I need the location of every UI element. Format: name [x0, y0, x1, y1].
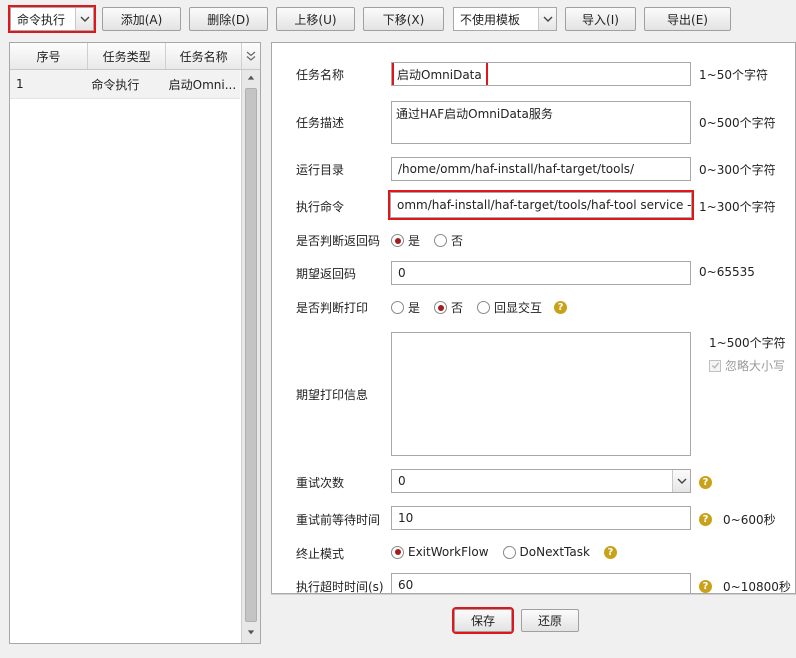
restore-button[interactable]: 还原 [521, 609, 579, 632]
column-header-type[interactable]: 任务类型 [88, 43, 167, 69]
expected-return-label: 期望返回码 [296, 267, 357, 281]
row-type: 命令执行 [91, 77, 140, 92]
task-type-select[interactable]: 命令执行 [8, 5, 96, 33]
retry-count-select[interactable]: 0 [391, 469, 691, 493]
stop-mode-exit-radio[interactable] [391, 545, 404, 559]
table-scrollbar[interactable] [241, 70, 260, 643]
row-no: 1 [16, 77, 24, 91]
scroll-up-icon[interactable] [245, 72, 257, 84]
ignore-case-checkbox[interactable] [709, 359, 721, 372]
row-name: 启动Omni... [168, 77, 237, 92]
table-row[interactable]: 1 命令执行 启动Omni... [10, 70, 240, 99]
retry-wait-input[interactable]: 10 [391, 506, 691, 530]
task-desc-hint: 0~500个字符 [699, 116, 776, 130]
exec-cmd-label: 执行命令 [296, 200, 345, 214]
check-print-no-label: 否 [451, 301, 464, 315]
check-return-radio-group: 是 否 [391, 232, 463, 249]
stop-mode-label: 终止模式 [296, 547, 345, 561]
ignore-case-label: 忽略大小写 [725, 359, 786, 373]
column-header-no[interactable]: 序号 [10, 43, 89, 69]
timeout-input[interactable]: 60 [391, 573, 691, 594]
help-icon[interactable]: ? [603, 545, 617, 559]
move-down-button[interactable]: 下移(X) [363, 7, 444, 31]
export-button[interactable]: 导出(E) [644, 7, 731, 31]
save-button[interactable]: 保存 [452, 607, 514, 634]
run-dir-label: 运行目录 [296, 163, 345, 177]
task-name-input[interactable]: 启动OmniData [391, 62, 691, 86]
retry-count-value: 0 [398, 474, 406, 488]
check-return-label: 是否判断返回码 [296, 234, 381, 248]
timeout-label: 执行超时时间(s) [296, 580, 384, 594]
check-return-no-label: 否 [451, 234, 464, 248]
check-print-no-radio[interactable] [434, 301, 448, 314]
run-dir-input[interactable]: /home/omm/haf-install/haf-target/tools/ [391, 157, 691, 181]
retry-wait-label: 重试前等待时间 [296, 513, 381, 527]
check-return-yes-label: 是 [408, 234, 421, 248]
help-icon[interactable]: ? [699, 474, 712, 489]
check-print-interactive-label: 回显交互 [494, 301, 543, 315]
check-print-yes-label: 是 [408, 301, 421, 315]
check-return-no-radio[interactable] [434, 234, 448, 247]
expected-print-textarea[interactable] [391, 332, 691, 456]
retry-count-label: 重试次数 [296, 476, 345, 490]
exec-cmd-hint: 1~300个字符 [699, 200, 776, 214]
expected-print-hint: 1~500个字符 [709, 336, 786, 350]
stop-mode-exit-label: ExitWorkFlow [408, 545, 489, 559]
stop-mode-radio-group: ExitWorkFlow DoNextTask ? [391, 545, 617, 559]
task-name-value: 启动OmniData [392, 63, 488, 85]
check-print-yes-radio[interactable] [391, 301, 404, 314]
chevron-down-icon[interactable] [75, 8, 93, 30]
add-button[interactable]: 添加(A) [102, 7, 181, 31]
timeout-hint: 0~10800秒 [723, 580, 791, 594]
column-header-name[interactable]: 任务名称 [166, 43, 243, 69]
stop-mode-next-label: DoNextTask [519, 545, 590, 559]
scrollbar-thumb[interactable] [245, 88, 257, 622]
scroll-down-icon[interactable] [245, 626, 257, 638]
expected-return-hint: 0~65535 [699, 265, 755, 279]
template-select[interactable]: 不使用模板 [453, 7, 557, 31]
import-button[interactable]: 导入(I) [565, 7, 636, 31]
task-type-select-value: 命令执行 [17, 12, 66, 27]
task-name-label: 任务名称 [296, 68, 345, 82]
move-up-button[interactable]: 上移(U) [276, 7, 355, 31]
ignore-case-option[interactable]: 忽略大小写 [709, 357, 785, 374]
template-select-value: 不使用模板 [460, 12, 521, 27]
task-name-hint: 1~50个字符 [699, 68, 768, 82]
check-print-interactive-radio[interactable] [477, 301, 491, 314]
task-desc-label: 任务描述 [296, 116, 345, 130]
exec-cmd-input[interactable]: omm/haf-install/haf-target/tools/haf-too… [388, 190, 694, 220]
chevron-down-icon[interactable] [672, 470, 690, 492]
check-print-radio-group: 是 否 回显交互 ? [391, 299, 568, 316]
delete-button[interactable]: 删除(D) [189, 7, 268, 31]
chevron-down-icon[interactable] [538, 8, 556, 30]
check-return-yes-radio[interactable] [391, 234, 404, 247]
stop-mode-next-radio[interactable] [502, 545, 516, 559]
task-table-header: 序号 任务类型 任务名称 [10, 43, 260, 70]
help-icon[interactable]: ? [699, 578, 712, 593]
retry-wait-hint: 0~600秒 [723, 513, 776, 527]
help-icon[interactable]: ? [699, 511, 712, 526]
task-desc-textarea[interactable]: 通过HAF启动OmniData服务 [391, 101, 691, 144]
help-icon[interactable]: ? [554, 301, 568, 314]
run-dir-hint: 0~300个字符 [699, 163, 776, 177]
task-list-panel: 序号 任务类型 任务名称 1 命令执行 启动Omni... [9, 42, 261, 644]
expected-return-input[interactable]: 0 [391, 261, 691, 285]
expected-print-label: 期望打印信息 [296, 388, 369, 402]
check-print-label: 是否判断打印 [296, 301, 369, 315]
column-menu-icon[interactable] [242, 43, 260, 69]
